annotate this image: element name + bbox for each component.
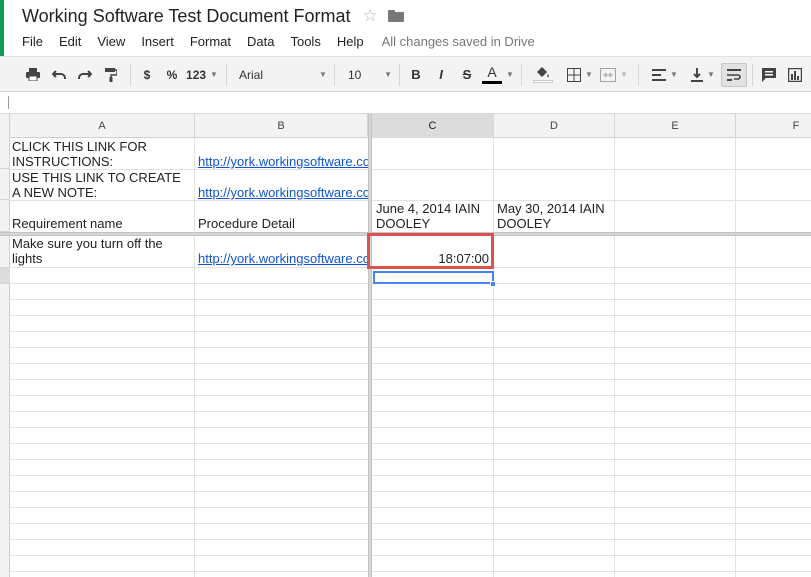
font-family-dropdown[interactable]: Arial ▼ — [233, 57, 327, 92]
chevron-down-icon: ▼ — [319, 70, 327, 79]
chevron-down-icon: ▼ — [210, 70, 218, 79]
text-color-swatch — [482, 80, 503, 84]
number-format-label: 123 — [186, 67, 207, 82]
percent-format-button[interactable]: % — [162, 57, 182, 92]
italic-button[interactable]: I — [431, 57, 451, 92]
column-header-row: A B C D E F — [0, 114, 811, 138]
menu-insert[interactable]: Insert — [133, 34, 182, 49]
highlight-annotation-box — [367, 233, 494, 269]
select-all-corner[interactable] — [0, 114, 10, 138]
bold-button[interactable]: B — [406, 57, 426, 92]
toolbar-separator — [334, 64, 335, 86]
fill-handle[interactable] — [490, 281, 496, 287]
toolbar-separator — [752, 64, 753, 86]
toolbar-separator — [226, 64, 227, 86]
paint-format-icon[interactable] — [100, 57, 122, 92]
row-header-selected[interactable] — [0, 268, 10, 284]
cell-a1[interactable]: CLICK THIS LINK FOR INSTRUCTIONS: — [12, 139, 192, 169]
text-wrap-icon — [727, 69, 741, 81]
cell-c3[interactable]: June 4, 2014 IAIN DOOLEY — [376, 201, 492, 232]
vertical-align-button[interactable]: ▼ — [686, 57, 720, 92]
cell-a4[interactable]: Make sure you turn off the lights — [12, 236, 192, 267]
menu-file[interactable]: File — [14, 34, 51, 49]
active-cell-selection[interactable] — [373, 271, 494, 284]
document-title[interactable]: Working Software Test Document Format — [22, 6, 350, 27]
chevron-down-icon: ▼ — [620, 70, 628, 79]
row-header-gutter — [0, 138, 10, 577]
menu-bar: File Edit View Insert Format Data Tools … — [14, 32, 535, 50]
cell-a3[interactable]: Requirement name — [12, 216, 192, 231]
insert-comment-icon — [762, 67, 776, 82]
font-family-label: Arial — [239, 67, 264, 82]
save-status: All changes saved in Drive — [381, 33, 535, 49]
row-header[interactable] — [0, 138, 10, 169]
borders-button[interactable]: ▼ — [563, 57, 597, 92]
menu-data[interactable]: Data — [239, 34, 282, 49]
chevron-down-icon: ▼ — [506, 70, 514, 79]
merge-cells-button[interactable]: ▼ — [598, 57, 630, 92]
title-bar: Working Software Test Document Format ☆ — [22, 4, 404, 28]
horizontal-align-button[interactable]: ▼ — [646, 57, 684, 92]
star-icon[interactable]: ☆ — [362, 6, 377, 26]
text-color-button[interactable]: A ▼ — [480, 57, 516, 92]
column-header-b[interactable]: B — [195, 114, 368, 138]
font-size-label: 10 — [348, 67, 362, 82]
horizontal-align-icon — [652, 68, 667, 81]
insert-chart-button[interactable] — [784, 57, 806, 92]
fill-color-icon — [533, 66, 553, 83]
print-icon[interactable] — [22, 57, 44, 92]
font-size-dropdown[interactable]: 10 ▼ — [342, 57, 392, 92]
insert-chart-icon — [788, 67, 802, 82]
row-header[interactable] — [0, 200, 10, 232]
column-header-c[interactable]: C — [372, 114, 494, 138]
frozen-column-divider[interactable] — [368, 114, 372, 577]
undo-icon[interactable] — [48, 57, 70, 92]
menu-edit[interactable]: Edit — [51, 34, 89, 49]
text-wrap-button[interactable] — [721, 63, 747, 87]
column-header-e[interactable]: E — [615, 114, 736, 138]
cell-d3[interactable]: May 30, 2014 IAIN DOOLEY — [497, 201, 613, 232]
toolbar-separator — [638, 64, 639, 86]
cell-b1-link[interactable]: http://york.workingsoftware.co — [198, 154, 368, 169]
vertical-align-icon — [691, 67, 704, 82]
fill-color-button[interactable] — [528, 57, 558, 92]
cell-b2-link[interactable]: http://york.workingsoftware.co — [198, 185, 368, 200]
menu-format[interactable]: Format — [182, 34, 239, 49]
formula-bar[interactable] — [0, 92, 811, 114]
insert-comment-button[interactable] — [758, 57, 780, 92]
row-header[interactable] — [0, 169, 10, 200]
cell-a2[interactable]: USE THIS LINK TO CREATE A NEW NOTE: — [12, 170, 192, 200]
menu-view[interactable]: View — [89, 34, 133, 49]
chevron-down-icon: ▼ — [670, 70, 678, 79]
column-header-f[interactable]: F — [736, 114, 811, 138]
column-header-d[interactable]: D — [494, 114, 615, 138]
chevron-down-icon: ▼ — [585, 70, 593, 79]
spreadsheet-grid: A B C D E F CLICK THIS LINK FOR INSTRUCT… — [0, 114, 811, 577]
borders-icon — [567, 67, 582, 82]
text-color-icon: A — [482, 65, 503, 84]
merge-cells-icon — [600, 67, 617, 82]
number-format-dropdown[interactable]: 123 ▼ — [186, 57, 218, 92]
column-header-a[interactable]: A — [10, 114, 195, 138]
toolbar-separator — [130, 64, 131, 86]
menu-tools[interactable]: Tools — [282, 34, 328, 49]
chevron-down-icon: ▼ — [384, 70, 392, 79]
chevron-down-icon: ▼ — [707, 70, 715, 79]
formula-cursor — [8, 96, 9, 109]
strikethrough-button[interactable]: S — [457, 57, 477, 92]
toolbar-separator — [399, 64, 400, 86]
redo-icon[interactable] — [74, 57, 96, 92]
row-header[interactable] — [0, 236, 10, 268]
toolbar-separator — [521, 64, 522, 86]
toolbar: $ % 123 ▼ Arial ▼ 10 ▼ B I S A ▼ ▼ ▼ ▼ ▼ — [0, 56, 811, 92]
folder-icon[interactable] — [387, 10, 404, 22]
menu-help[interactable]: Help — [329, 34, 372, 49]
app-accent-bar — [0, 0, 4, 56]
cell-b3[interactable]: Procedure Detail — [198, 216, 366, 231]
currency-format-button[interactable]: $ — [137, 57, 157, 92]
cell-b4-link[interactable]: http://york.workingsoftware.co — [198, 251, 368, 266]
